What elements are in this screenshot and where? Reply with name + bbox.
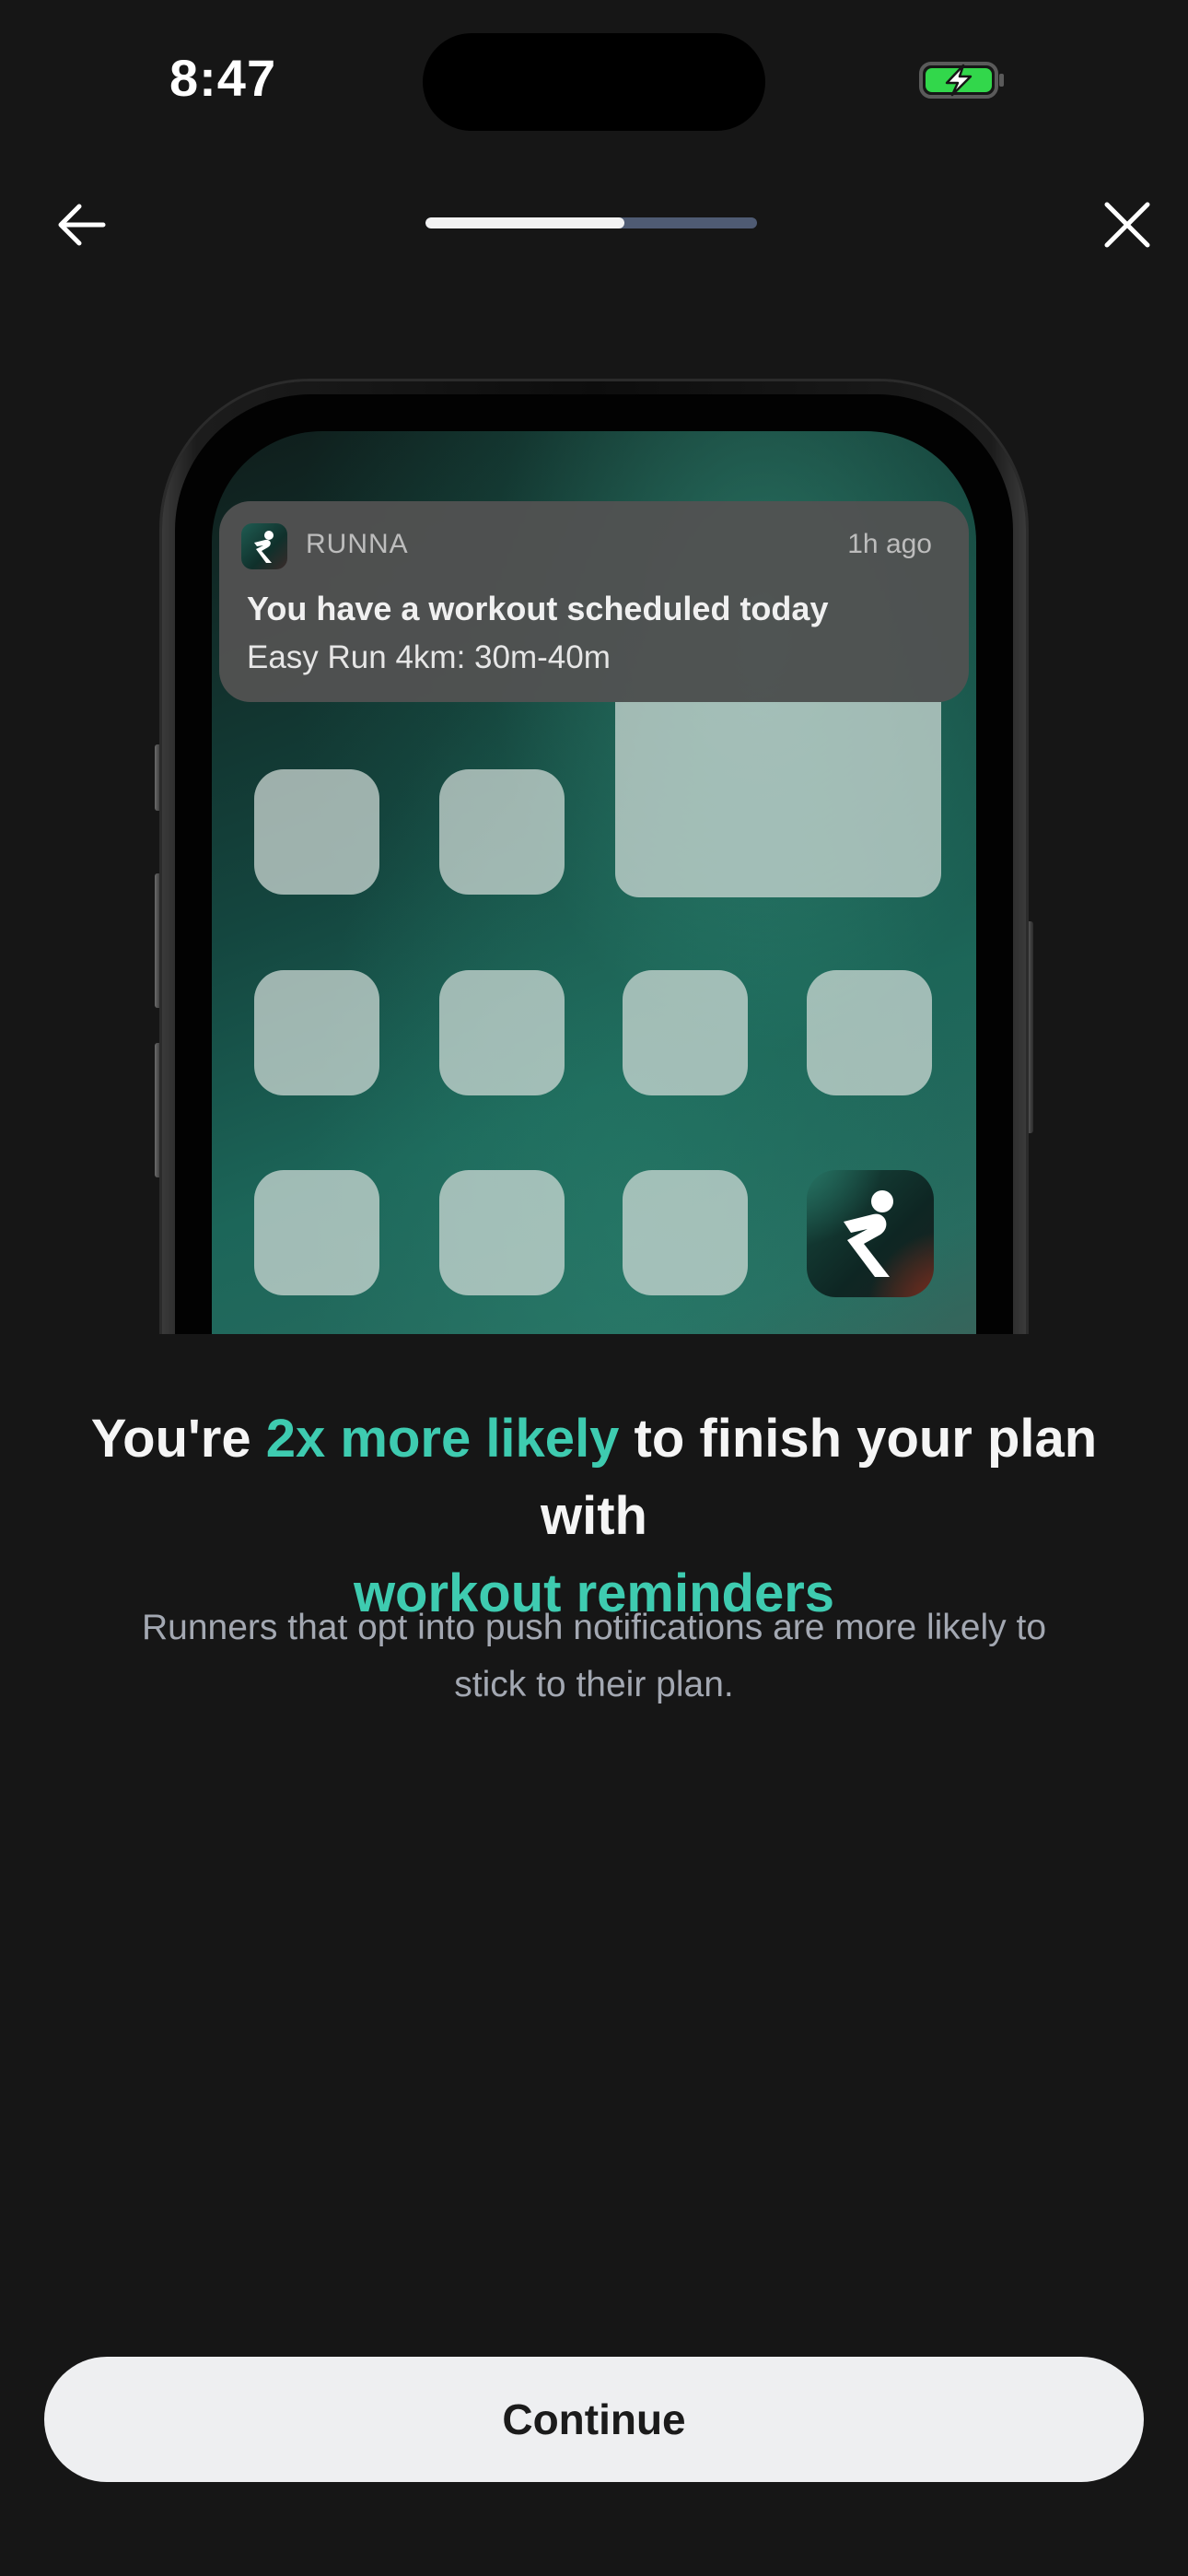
notification-time: 1h ago	[847, 529, 932, 559]
headline-accent: 2x more likely	[265, 1409, 620, 1469]
onboarding-progress-bar	[425, 217, 757, 228]
app-tile	[254, 769, 379, 895]
back-arrow-icon[interactable]	[52, 195, 111, 254]
runna-app-icon	[807, 1170, 934, 1297]
close-icon[interactable]	[1101, 199, 1153, 251]
app-tile	[807, 970, 932, 1095]
phone-action-button	[155, 744, 162, 811]
app-tile	[254, 970, 379, 1095]
home-widget	[615, 702, 941, 897]
app-tile	[439, 970, 565, 1095]
runna-logo-svg	[254, 531, 274, 563]
continue-button[interactable]: Continue	[44, 2357, 1144, 2482]
phone-illustration: RUNNA 1h ago You have a workout schedule…	[0, 350, 1188, 1334]
dynamic-island	[423, 33, 765, 131]
notification-app-name: RUNNA	[306, 529, 409, 559]
app-tile	[439, 769, 565, 895]
app-tile	[254, 1170, 379, 1295]
runna-logo-icon	[844, 1190, 893, 1277]
phone-volume-down-button	[155, 1043, 162, 1177]
notification-body: Easy Run 4km: 30m-40m	[247, 639, 611, 675]
app-tile	[623, 970, 748, 1095]
status-time: 8:47	[169, 49, 277, 107]
app-tile	[623, 1170, 748, 1295]
headline-text: to finish your plan with	[541, 1409, 1098, 1546]
runna-logo-icon	[241, 523, 287, 569]
notification-card: RUNNA 1h ago You have a workout schedule…	[219, 501, 969, 702]
notification-title: You have a workout scheduled today	[247, 590, 829, 627]
battery-charging-icon	[919, 62, 1004, 99]
subcopy: Runners that opt into push notifications…	[141, 1608, 1047, 1704]
app-tile	[439, 1170, 565, 1295]
headline: You're 2x more likely to finish your pla…	[37, 1400, 1151, 1633]
onboarding-progress-fill	[425, 217, 624, 228]
phone-power-button	[1026, 921, 1033, 1133]
headline-text: You're	[90, 1409, 266, 1469]
phone-volume-up-button	[155, 873, 162, 1008]
